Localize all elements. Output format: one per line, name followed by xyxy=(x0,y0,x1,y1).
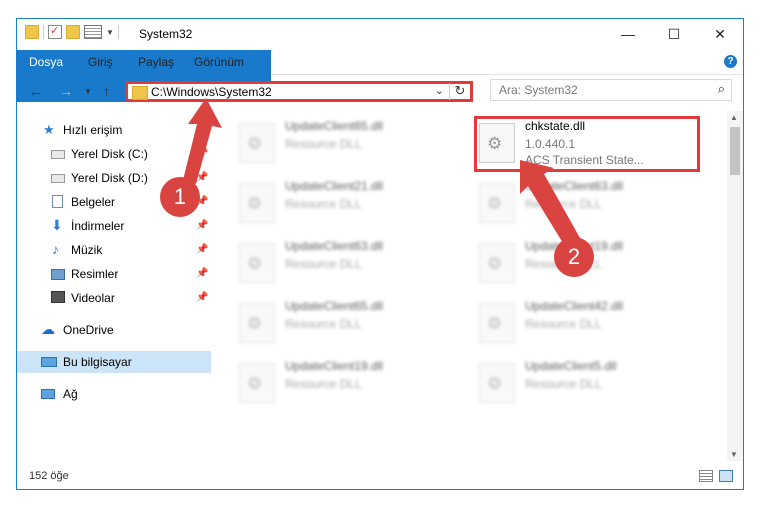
arrow-2 xyxy=(520,160,580,248)
annotation-arrows xyxy=(183,98,580,248)
step-badge-1: 1 xyxy=(160,177,200,217)
arrow-1 xyxy=(183,98,222,184)
step-badge-2: 2 xyxy=(554,237,594,277)
